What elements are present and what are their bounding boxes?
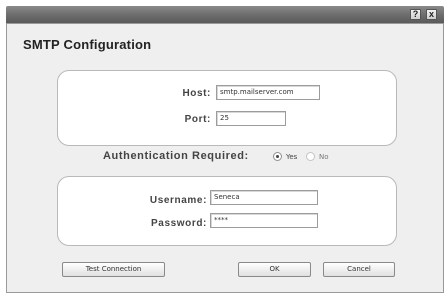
- auth-no-option[interactable]: No: [306, 152, 329, 161]
- auth-no-radio[interactable]: [306, 152, 315, 161]
- close-button[interactable]: x: [426, 9, 437, 20]
- smtp-config-dialog: SMTP Configuration Host: smtp.mailserver…: [6, 23, 444, 293]
- username-input[interactable]: Seneca: [210, 190, 318, 205]
- window-titlebar: ? x: [6, 6, 444, 23]
- port-label: Port:: [184, 114, 211, 125]
- host-label: Host:: [182, 88, 211, 99]
- test-connection-button[interactable]: Test Connection: [62, 262, 165, 277]
- auth-yes-radio[interactable]: [273, 152, 282, 161]
- username-label: Username:: [149, 195, 207, 206]
- auth-no-label: No: [319, 152, 329, 161]
- port-input[interactable]: 25: [216, 111, 286, 126]
- authentication-required-label: Authentication Required:: [103, 150, 249, 162]
- dialog-title: SMTP Configuration: [23, 37, 152, 52]
- server-settings-panel: [57, 70, 397, 146]
- host-input[interactable]: smtp.mailserver.com: [216, 85, 320, 100]
- ok-button[interactable]: OK: [238, 262, 311, 277]
- password-input[interactable]: ****: [210, 213, 318, 228]
- help-button[interactable]: ?: [410, 9, 421, 20]
- auth-yes-label: Yes: [286, 152, 298, 161]
- credentials-panel: [57, 176, 397, 246]
- cancel-button[interactable]: Cancel: [323, 262, 395, 277]
- password-label: Password:: [151, 218, 207, 229]
- auth-yes-option[interactable]: Yes: [273, 152, 297, 161]
